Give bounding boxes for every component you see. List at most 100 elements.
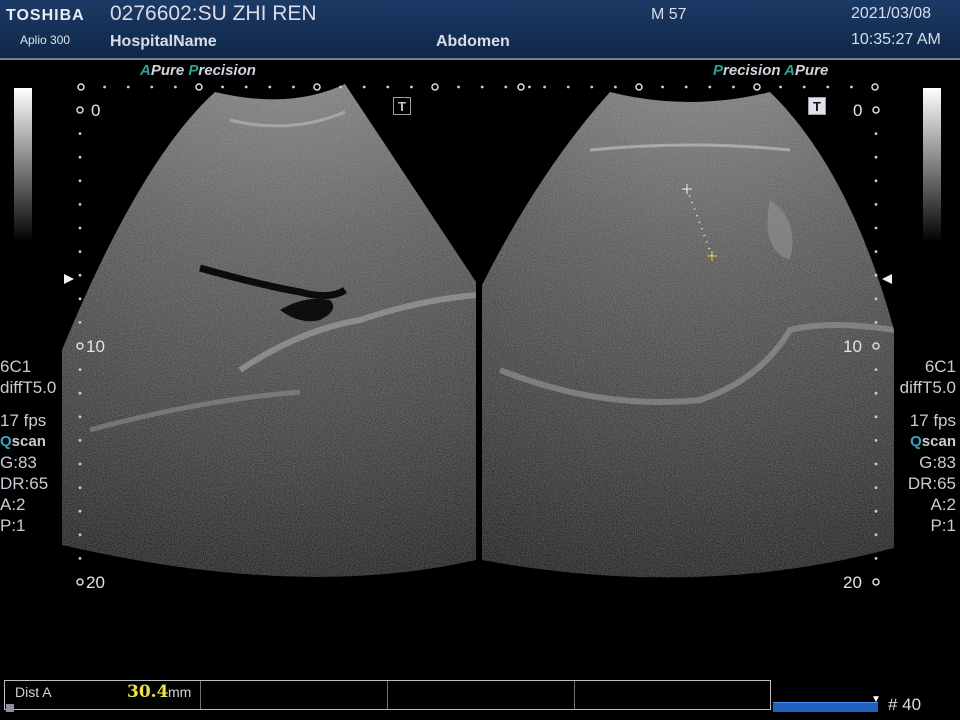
scale-dot [174,85,177,89]
filter-label: diffT5.0 [899,378,956,397]
right-depth-0: 0 [853,101,863,120]
scale-dot [732,85,735,89]
scale-dot [874,132,878,136]
scale-dot [874,509,878,513]
top-scale-dots [77,83,879,91]
patient-sex-age: M 57 [651,6,687,23]
scale-dot [78,226,82,230]
exam-region: Abdomen [436,33,510,50]
exam-date: 2021/03/08 [851,5,932,22]
scale-dot [661,85,664,89]
measurement-cell-empty [575,681,770,709]
scale-dot [874,226,878,230]
scale-dot [874,557,878,560]
right-focus-marker [882,274,892,284]
scale-dot [874,462,878,466]
qscan-label: Qscan [910,433,956,450]
measurement-table: Dist A 30.4 mm [4,680,771,710]
scale-dot [874,155,878,159]
right-t-icon[interactable]: T [808,97,826,115]
status-icon [6,704,14,712]
measurement-cell-empty [201,681,388,709]
scale-dot [78,415,82,419]
patient-id-name: 0276602:SU ZHI REN [110,2,317,25]
measurement-cell: Dist A 30.4 mm [5,681,202,709]
scale-dot [78,273,82,277]
exam-time: 10:35:27 AM [851,31,941,48]
scale-dot [874,486,878,489]
scale-dot [78,179,82,183]
scale-dot [78,297,82,301]
measurement-label: Dist A [15,684,52,700]
scale-dot [78,462,82,466]
scale-dot [684,85,688,89]
p-value: P:1 [930,516,956,535]
scale-dot [528,85,531,89]
scale-dot [802,85,806,89]
scale-dot [292,85,295,89]
right-depth-20: 20 [843,573,862,592]
scale-dot [150,85,154,89]
mode-p-letter: P [713,62,724,79]
probe-label: 6C1 [0,357,32,376]
measurement-cell-empty [388,681,575,709]
scale-dot [78,533,82,537]
mode-p-letter: P [188,62,199,79]
dynamic-range-value: DR:65 [0,474,49,493]
brand-logo: TOSHIBA [6,7,85,24]
right-scan-sector [482,92,894,578]
a-value: A:2 [930,495,956,514]
scale-dot [874,391,878,395]
right-depth-10: 10 [843,337,862,356]
scale-dot [78,391,82,395]
scale-dot [78,203,82,206]
scale-dot [614,85,617,89]
mode-pure: Pure [795,62,829,79]
left-t-icon[interactable]: T [393,97,411,115]
scale-dot [779,85,782,89]
right-grayscale-bar [923,88,941,242]
scale-dot [874,297,878,301]
left-mode-label: APure Precision [140,62,256,79]
scale-dot [78,250,82,254]
scale-dot [78,509,82,513]
scale-dot [386,85,390,89]
scale-dot [480,85,484,89]
p-value: P:1 [0,516,26,535]
scale-dot [410,85,413,89]
scale-dot [543,85,546,89]
a-value: A:2 [0,495,26,514]
scale-dot [874,368,878,371]
header-bar: TOSHIBA Aplio 300 0276602:SU ZHI REN Hos… [0,0,960,60]
scale-dot [590,85,594,89]
scale-dot [221,85,225,89]
dynamic-range-value: DR:65 [907,474,956,493]
hospital-name: HospitalName [110,33,217,50]
gain-value: G:83 [0,453,37,472]
scale-dot [566,85,570,89]
right-parameters: 6C1 diffT5.0 17 fps Qscan G:83 DR:65 A:2… [900,356,956,536]
mode-precision: recision [198,62,256,79]
left-grayscale-bar [14,88,32,242]
scale-dot [874,273,878,277]
scale-dot [268,85,272,89]
scale-dot [78,486,82,489]
scale-dot [874,415,878,419]
cine-progress-bar[interactable] [773,702,878,712]
right-mode-label: Precision APure [713,62,828,79]
scale-dot [504,85,508,89]
scale-dot [78,155,82,159]
scale-dot [78,321,82,324]
gain-value: G:83 [919,453,956,472]
left-depth-20: 20 [86,573,105,592]
scale-dot [244,85,248,89]
probe-label: 6C1 [924,357,956,376]
scale-dot [874,250,878,254]
scale-dot [78,132,82,136]
mode-pure: Pure [150,62,185,79]
left-depth-10: 10 [86,337,105,356]
scale-dot [850,85,853,89]
scale-dot [874,203,878,206]
left-depth-0: 0 [91,101,101,120]
device-model: Aplio 300 [20,33,71,47]
